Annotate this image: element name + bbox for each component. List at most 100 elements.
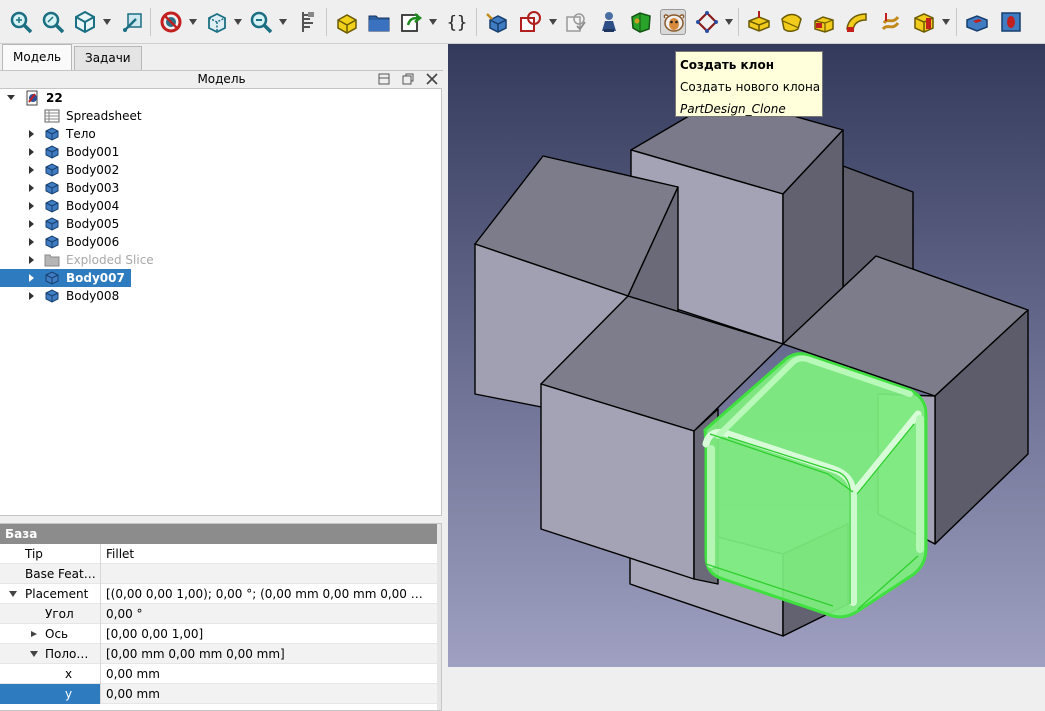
combo-tabs: Модель Задачи bbox=[0, 44, 443, 70]
folder-icon bbox=[44, 254, 60, 267]
model-panel-header: Модель bbox=[0, 70, 443, 88]
datum-dropdown-icon[interactable] bbox=[725, 19, 733, 25]
pocket-icon[interactable] bbox=[964, 9, 990, 35]
create-group-icon[interactable] bbox=[366, 9, 392, 35]
document-icon bbox=[26, 90, 38, 106]
datum-plane-icon[interactable] bbox=[694, 9, 720, 35]
validate-sketch-icon[interactable] bbox=[563, 9, 589, 35]
measurement-clarify-icon[interactable] bbox=[294, 9, 320, 35]
collapsed-arrow-icon[interactable] bbox=[26, 161, 36, 179]
toolbar-separator bbox=[476, 8, 477, 36]
collapsed-arrow-icon[interactable] bbox=[26, 215, 36, 233]
tree-item-body007[interactable]: Body007 bbox=[0, 269, 440, 287]
tree-item-body-telo[interactable]: Тело bbox=[0, 125, 440, 143]
collapsed-arrow-icon[interactable] bbox=[26, 197, 36, 215]
property-value[interactable]: 0,00 mm bbox=[102, 684, 438, 704]
tree-item-spreadsheet[interactable]: Spreadsheet bbox=[0, 107, 440, 125]
3d-scene[interactable] bbox=[448, 44, 1045, 667]
property-scrollbar[interactable] bbox=[437, 524, 441, 710]
collapsed-arrow-icon[interactable] bbox=[26, 251, 36, 269]
property-value[interactable]: 0,00 mm bbox=[102, 664, 438, 684]
standard-views-icon[interactable] bbox=[72, 9, 98, 35]
zoom-fit-all-icon[interactable] bbox=[8, 9, 34, 35]
collapsed-arrow-icon[interactable] bbox=[26, 143, 36, 161]
collapsed-arrow-icon[interactable] bbox=[26, 179, 36, 197]
tree-item-body005[interactable]: Body005 bbox=[0, 215, 440, 233]
panel-close-icon[interactable] bbox=[425, 72, 439, 86]
collapsed-arrow-icon[interactable] bbox=[26, 125, 36, 143]
tree-item-label: Body007 bbox=[64, 269, 127, 287]
bounding-box-icon[interactable] bbox=[204, 9, 230, 35]
combo-view: Модель Задачи Модель 22 Spreadsheet Тело bbox=[0, 44, 443, 711]
collapsed-arrow-icon[interactable] bbox=[26, 287, 36, 305]
zoom-icon[interactable] bbox=[248, 9, 274, 35]
property-row-tip[interactable]: Tip Fillet bbox=[0, 544, 440, 564]
tree-item-label: Body005 bbox=[66, 217, 120, 231]
model-panel-title: Модель bbox=[197, 72, 246, 86]
tree-item-label: Body004 bbox=[66, 199, 120, 213]
zoom-dropdown-icon[interactable] bbox=[279, 19, 287, 25]
draw-style-icon[interactable] bbox=[158, 9, 184, 35]
helix-icon[interactable] bbox=[878, 9, 904, 35]
views-dropdown-icon[interactable] bbox=[103, 19, 111, 25]
collapsed-arrow-icon[interactable] bbox=[26, 233, 36, 251]
tree-item-body001[interactable]: Body001 bbox=[0, 143, 440, 161]
property-value[interactable]: [0,00 mm 0,00 mm 0,00 mm] bbox=[102, 644, 438, 664]
revolution-icon[interactable] bbox=[778, 9, 804, 35]
property-value[interactable]: Fillet bbox=[102, 544, 438, 564]
document-name: 22 bbox=[46, 91, 63, 105]
collapsed-arrow-icon[interactable] bbox=[26, 269, 36, 287]
property-row-base-feature[interactable]: Base Feat… bbox=[0, 564, 440, 584]
property-value[interactable]: [(0,00 0,00 1,00); 0,00 °; (0,00 mm 0,00… bbox=[102, 584, 438, 604]
property-row-angle[interactable]: Угол 0,00 ° bbox=[0, 604, 440, 624]
property-name: Угол bbox=[0, 604, 101, 624]
macro-braces-icon[interactable]: {} bbox=[444, 9, 470, 35]
panel-toggle-icon[interactable] bbox=[377, 72, 391, 86]
link-dropdown-icon[interactable] bbox=[429, 19, 437, 25]
property-row-placement[interactable]: Placement [(0,00 0,00 1,00); 0,00 °; (0,… bbox=[0, 584, 440, 604]
draw-style-dropdown-icon[interactable] bbox=[189, 19, 197, 25]
loft-icon[interactable] bbox=[811, 9, 837, 35]
toolbar-separator bbox=[956, 8, 957, 36]
tab-model[interactable]: Модель bbox=[2, 44, 73, 70]
toolbar-separator bbox=[326, 8, 327, 36]
additive-box-icon[interactable] bbox=[911, 9, 937, 35]
tree-item-body002[interactable]: Body002 bbox=[0, 161, 440, 179]
tree-root-document[interactable]: 22 bbox=[0, 89, 440, 107]
tree-item-label: Body001 bbox=[66, 145, 120, 159]
toolbar-separator bbox=[150, 8, 151, 36]
hole-icon[interactable] bbox=[998, 9, 1024, 35]
body-icon bbox=[45, 289, 59, 303]
additive-dropdown-icon[interactable] bbox=[942, 19, 950, 25]
3d-viewport[interactable] bbox=[448, 44, 1045, 667]
property-row-position[interactable]: Поло… [0,00 mm 0,00 mm 0,00 mm] bbox=[0, 644, 440, 664]
property-row-x[interactable]: x 0,00 mm bbox=[0, 664, 440, 684]
property-value[interactable] bbox=[102, 564, 438, 584]
link-icon[interactable] bbox=[398, 9, 424, 35]
measure-icon[interactable] bbox=[120, 9, 146, 35]
property-row-y[interactable]: y 0,00 mm bbox=[0, 684, 440, 704]
panel-float-icon[interactable] bbox=[401, 72, 415, 86]
create-body-icon[interactable] bbox=[484, 9, 510, 35]
expanded-arrow-icon[interactable] bbox=[6, 89, 16, 107]
pipe-icon[interactable] bbox=[844, 9, 870, 35]
create-part-icon[interactable] bbox=[334, 9, 360, 35]
tree-item-body008[interactable]: Body008 bbox=[0, 287, 440, 305]
sketch-icon[interactable] bbox=[518, 9, 544, 35]
sketch-dropdown-icon[interactable] bbox=[549, 19, 557, 25]
shape-binder-icon[interactable] bbox=[596, 9, 622, 35]
tree-item-body004[interactable]: Body004 bbox=[0, 197, 440, 215]
clone-icon[interactable] bbox=[660, 9, 686, 35]
tree-item-body006[interactable]: Body006 bbox=[0, 233, 440, 251]
property-value[interactable]: [0,00 0,00 1,00] bbox=[102, 624, 438, 644]
property-value[interactable]: 0,00 ° bbox=[102, 604, 438, 624]
subshape-binder-icon[interactable] bbox=[628, 9, 654, 35]
tree-item-body003[interactable]: Body003 bbox=[0, 179, 440, 197]
property-row-axis[interactable]: Ось [0,00 0,00 1,00] bbox=[0, 624, 440, 644]
pad-icon[interactable] bbox=[746, 9, 772, 35]
panel-splitter[interactable] bbox=[0, 516, 443, 523]
tree-item-exploded-slice[interactable]: Exploded Slice bbox=[0, 251, 440, 269]
tab-tasks[interactable]: Задачи bbox=[74, 46, 142, 70]
zoom-selection-icon[interactable] bbox=[40, 9, 66, 35]
bbox-dropdown-icon[interactable] bbox=[234, 19, 242, 25]
